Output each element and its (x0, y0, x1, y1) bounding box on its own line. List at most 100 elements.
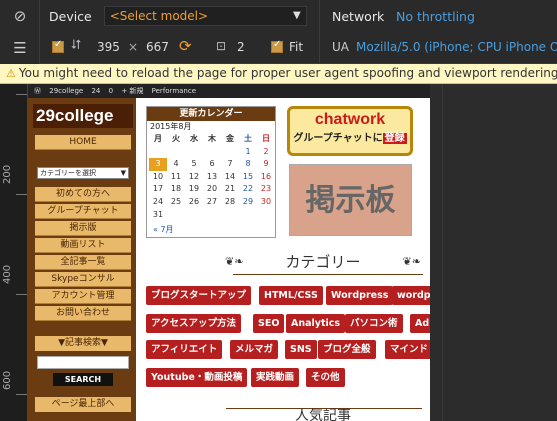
wp-admin-bar: Ⓦ 29college 24 0 + 新規 Performance (28, 84, 430, 98)
category-tag[interactable]: Wordpress (326, 286, 394, 305)
heading-underline (233, 274, 423, 275)
calendar-weekday: 火 (172, 134, 180, 143)
calendar-day: 2 (263, 146, 269, 156)
category-tag[interactable]: SNS (285, 340, 317, 359)
rotate-dimension-icon: ⮃ (71, 38, 82, 53)
category-tag[interactable]: パソコン術 (345, 314, 403, 333)
calendar-grid: 月火水木金土日 1 2 3 4 5 6 7 8 9 10 11 12 13 14 15 16 17 18 19 20 21… (147, 133, 275, 221)
swap-dimensions-icon[interactable]: ⟳ (179, 37, 192, 55)
category-tag[interactable]: アフィリエイト (146, 340, 223, 359)
nav-videos[interactable]: 動画リスト (35, 238, 131, 253)
category-tag[interactable]: アクセスアップ方法 (146, 314, 242, 333)
admin-bar-performance[interactable]: Performance (152, 87, 196, 95)
ruler-label: 400 (2, 264, 13, 284)
page-top-link[interactable]: ページ最上部へ (35, 397, 131, 412)
calendar-day: 19 (188, 184, 200, 194)
site-sidebar: 29college HOME カテゴリーを選択 ▼ 初めての方へ グループチャット… (28, 98, 136, 421)
category-tag[interactable]: その他 (306, 368, 345, 387)
calendar-weekday: 月 (154, 134, 162, 143)
calendar-day: 15 (242, 171, 254, 181)
calendar-day: 29 (242, 196, 254, 206)
chevron-down-icon: ▼ (293, 10, 301, 21)
calendar-day: 22 (242, 184, 254, 194)
calendar-day (221, 146, 239, 159)
zoom-field[interactable]: 2 (237, 40, 245, 54)
search-input[interactable] (37, 356, 129, 369)
category-tag[interactable]: Youtube・動画投稿 (146, 368, 248, 387)
admin-bar-site[interactable]: 29college (49, 87, 83, 95)
drawer-toggle-icon[interactable]: ☰ (10, 38, 30, 58)
model-select-value: <Select model> (109, 9, 209, 23)
calendar-day: 4 (173, 159, 179, 169)
calendar-weekday: 水 (190, 134, 198, 143)
calendar-day: 26 (188, 196, 200, 206)
calendar-month: 2015年8月 (150, 122, 192, 131)
times-label: × (128, 40, 139, 54)
width-field[interactable]: 395 (97, 40, 120, 54)
category-tag[interactable]: ブログスタートアップ (146, 286, 252, 305)
category-tag[interactable]: マインド (385, 340, 430, 359)
model-select[interactable]: <Select model> ▼ (103, 6, 307, 26)
nav-home[interactable]: HOME (35, 135, 131, 150)
calendar-day: 25 (170, 196, 182, 206)
chevron-down-icon: ▼ (120, 169, 126, 177)
ruler-tick (16, 394, 27, 395)
calendar-day: 28 (224, 196, 236, 206)
board-banner[interactable]: 掲示板 (289, 164, 412, 236)
calendar-prev-link[interactable]: « 7月 (153, 224, 174, 235)
category-select[interactable]: カテゴリーを選択 ▼ (37, 167, 129, 179)
ruler-label: 200 (2, 164, 13, 184)
ua-label: UA (332, 40, 349, 54)
category-tag[interactable]: ブログ全般 (318, 340, 376, 359)
ruler-tick (16, 94, 27, 95)
ruler-label: 600 (2, 370, 13, 390)
category-tag[interactable]: HTML/CSS (259, 286, 323, 305)
category-tag[interactable]: Analytics (286, 314, 346, 333)
leaf-ornament-icon: ❦❧ (225, 255, 244, 268)
reload-warning-bar: ⚠ You might need to reload the page for p… (0, 64, 557, 84)
nav-skype-consult[interactable]: Skypeコンサル (35, 272, 131, 287)
category-tag[interactable]: Ad (410, 314, 430, 333)
toolbar-row-device: Device <Select model> ▼ (40, 0, 557, 32)
admin-bar-comments[interactable]: 0 (109, 87, 113, 95)
category-tag[interactable]: 実践動画 (251, 368, 300, 387)
nav-account[interactable]: アカウント管理 (35, 289, 131, 304)
emulate-resolution-checkbox[interactable] (52, 39, 64, 56)
fit-checkbox[interactable] (271, 39, 283, 56)
disable-device-mode-icon[interactable]: ⊘ (10, 6, 30, 26)
category-tag[interactable]: メルマガ (230, 340, 279, 359)
category-tag[interactable]: wordp (392, 286, 430, 305)
device-pixel-ratio-icon: ⊡ (216, 39, 227, 53)
chatwork-banner[interactable]: chatwork グループチャットに 登録 (287, 106, 413, 156)
viewport-gutter (430, 84, 557, 421)
wordpress-icon[interactable]: Ⓦ (34, 87, 41, 95)
category-heading: ❦❧ カテゴリー ❦❧ (223, 250, 423, 275)
calendar-day: 11 (170, 171, 182, 181)
update-calendar: 更新カレンダー 2015年8月 月火水木金土日 1 2 3 4 5 6 7 8 9 10 11 12 13… (146, 106, 276, 238)
nav-beginners[interactable]: 初めての方へ (35, 187, 131, 202)
calendar-day: 14 (224, 171, 236, 181)
search-heading: ▼記事検索▼ (35, 336, 131, 351)
calendar-day[interactable]: 3 (149, 158, 167, 171)
admin-bar-new[interactable]: + 新規 (121, 87, 143, 95)
chatwork-logo: chatwork (314, 111, 386, 128)
nav-contact[interactable]: お問い合わせ (35, 306, 131, 321)
calendar-day: 27 (206, 196, 218, 206)
calendar-day (167, 146, 185, 159)
nav-board[interactable]: 掲示版 (35, 221, 131, 236)
network-throttle-select[interactable]: No throttling (396, 9, 475, 24)
category-tag[interactable]: SEO (253, 314, 285, 333)
user-agent-field[interactable]: Mozilla/5.0 (iPhone; CPU iPhone O (356, 40, 557, 54)
warning-text: You might need to reload the page for pr… (18, 66, 557, 80)
admin-bar-updates[interactable]: 24 (91, 87, 100, 95)
nav-all-articles[interactable]: 全記事一覧 (35, 255, 131, 270)
chatwork-subtitle: グループチャットに 登録 (290, 131, 410, 147)
emulated-viewport: Ⓦ 29college 24 0 + 新規 Performance 29coll… (28, 84, 430, 421)
calendar-day: 7 (227, 159, 233, 169)
calendar-day: 5 (191, 159, 197, 169)
nav-group-chat[interactable]: グループチャット (35, 204, 131, 219)
search-button[interactable]: SEARCH (53, 373, 113, 386)
site-logo[interactable]: 29college (33, 104, 133, 128)
height-field[interactable]: 667 (146, 40, 169, 54)
calendar-day: 20 (206, 184, 218, 194)
